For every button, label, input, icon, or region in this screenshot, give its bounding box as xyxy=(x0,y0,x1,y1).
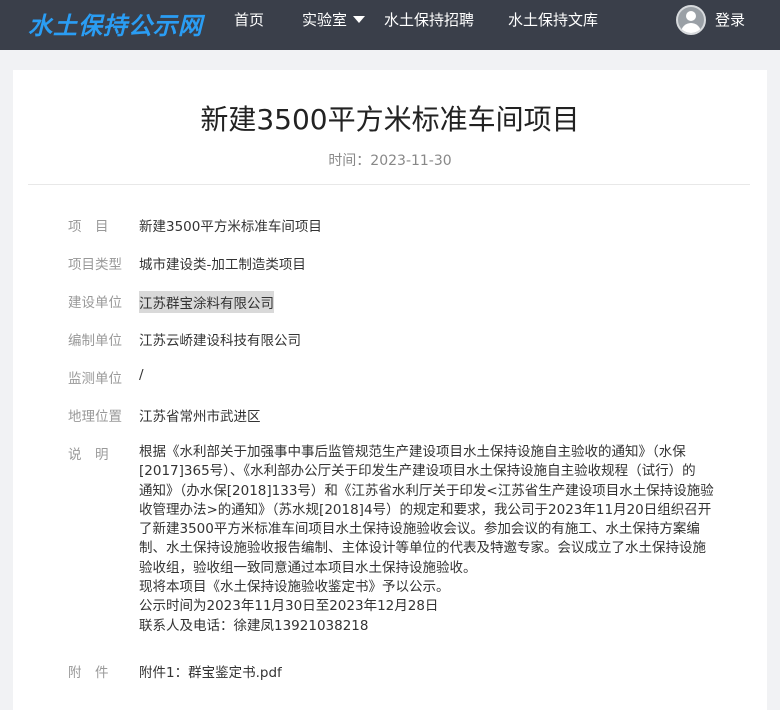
description-line: 验收组，验收组一致同意通过本项目水土保持设施验收。 xyxy=(139,559,477,576)
field-label: 建设单位 xyxy=(68,295,122,311)
caret-down-icon xyxy=(353,16,366,23)
nav-lab-label: 实验室 xyxy=(302,11,348,29)
divider xyxy=(28,184,750,185)
field-value: 城市建设类-加工制造类项目 xyxy=(139,257,306,273)
description-line: 联系人及电话：徐建凤13921038218 xyxy=(139,617,369,634)
top-navbar: 水土保持公示网 首页 实验室 水土保持招聘 水土保持文库 登录 xyxy=(0,0,780,50)
field-label: 监测单位 xyxy=(68,371,122,387)
article-card: 新建3500平方米标准车间项目 时间：2023-11-30 项 目 新建3500… xyxy=(13,70,767,710)
publish-time: 时间：2023-11-30 xyxy=(328,153,452,169)
field-value: 江苏群宝涂料有限公司 xyxy=(139,291,274,313)
nav-recruitment[interactable]: 水土保持招聘 xyxy=(384,0,474,40)
nav-library[interactable]: 水土保持文库 xyxy=(508,0,598,40)
page-title: 新建3500平方米标准车间项目 xyxy=(200,103,580,136)
site-logo[interactable]: 水土保持公示网 xyxy=(28,6,203,41)
field-value: 江苏云峤建设科技有限公司 xyxy=(139,333,301,349)
description-line: 根据《水利部关于加强事中事后监管规范生产建设项目水土保持设施自主验收的通知》（水… xyxy=(139,444,686,460)
field-label: 附 件 xyxy=(68,665,109,681)
description-line: 现将本项目《水土保持设施验收鉴定书》予以公示。 xyxy=(139,579,450,596)
field-label: 编制单位 xyxy=(68,333,122,349)
nav-lab[interactable]: 实验室 xyxy=(302,0,366,40)
field-label: 项目类型 xyxy=(68,257,122,273)
field-value: 新建3500平方米标准车间项目 xyxy=(139,219,322,235)
description-line: 通知》（办水保[2018]133号）和《江苏省水利厅关于印发<江苏省生产建设项目… xyxy=(139,482,714,499)
field-label: 项 目 xyxy=(68,219,109,235)
description-line: 公示时间为2023年11月30日至2023年12月28日 xyxy=(139,598,439,615)
login-link[interactable]: 登录 xyxy=(715,0,745,40)
field-label: 说 明 xyxy=(68,447,109,463)
field-value: / xyxy=(139,367,144,383)
field-value: 江苏省常州市武进区 xyxy=(139,409,261,425)
attachment-link[interactable]: 附件1：群宝鉴定书.pdf xyxy=(139,661,282,681)
description-line: [2017]365号）、《水利部办公厅关于印发生产建设项目水土保持设施自主验收规… xyxy=(139,463,696,480)
user-avatar-icon[interactable] xyxy=(676,5,706,35)
nav-home[interactable]: 首页 xyxy=(234,0,264,40)
description-line: 了新建3500平方米标准车间项目水土保持设施验收会议。参加会议的有施工、水土保持… xyxy=(139,521,700,538)
description-line: 制、水土保持设施验收报告编制、主体设计等单位的代表及特邀专家。会议成立了水土保持… xyxy=(139,540,706,557)
description-text: 根据《水利部关于加强事中事后监管规范生产建设项目水土保持设施自主验收的通知》（水… xyxy=(139,443,739,636)
field-label: 地理位置 xyxy=(68,409,122,425)
description-line: 收管理办法>的通知》（苏水规[2018]4号）的规定和要求，我公司于2023年1… xyxy=(139,501,712,518)
